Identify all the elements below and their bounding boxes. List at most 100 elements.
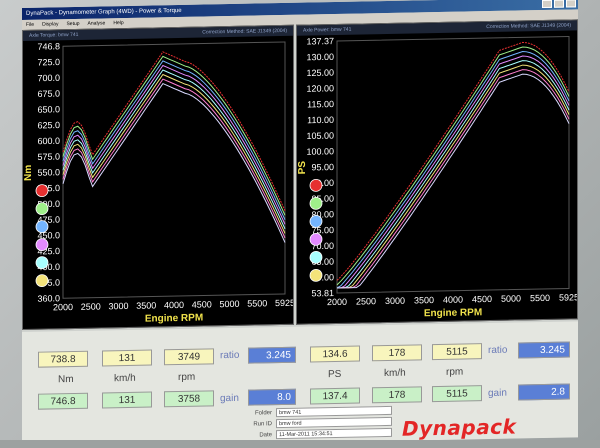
power-series-toggle-3[interactable] <box>309 214 323 228</box>
torque-x-tick: 2500 <box>81 301 101 311</box>
monitor-bezel: DynaPack - Dynamometer Graph (4WD) - Pow… <box>0 0 600 448</box>
power-y-tick: 120.00 <box>306 83 334 94</box>
power-y-tick: 105.00 <box>306 131 334 142</box>
torque-chart[interactable]: 746.8 725.0 700.0 675.0 650.0 625.0 600.0 575.0… <box>23 36 293 329</box>
power-series-toggle-4[interactable] <box>309 232 323 246</box>
right-gain-value[interactable]: 2.8 <box>518 383 570 401</box>
left-unit-rpm: rpm <box>178 371 196 384</box>
right-ratio-label: ratio <box>488 344 508 357</box>
left-gain-value[interactable]: 8.0 <box>248 388 296 406</box>
torque-y-tick: 725.0 <box>37 57 60 67</box>
power-x-tick: 2000 <box>327 297 347 307</box>
torque-series-toggle-1[interactable] <box>35 184 49 198</box>
torque-y-tick: 700.0 <box>37 73 60 83</box>
menu-help[interactable]: Help <box>113 18 123 28</box>
torque-series-toggle-3[interactable] <box>35 220 49 234</box>
menu-analyse[interactable]: Analyse <box>88 18 106 28</box>
left-unit-kmh: km/h <box>114 372 136 385</box>
torque-y-tick: 625.0 <box>37 120 60 130</box>
torque-y-tick: 575.0 <box>37 152 60 162</box>
torque-y-axis-label: Nm <box>23 165 34 181</box>
runid-label: Run ID <box>253 420 272 428</box>
application-window: DynaPack - Dynamometer Graph (4WD) - Pow… <box>22 0 578 448</box>
speed-peak-readout: 131 <box>102 391 152 409</box>
torque-x-tick: 5000 <box>219 299 239 309</box>
power-y-axis-label: PS <box>297 161 308 175</box>
torque-series-toggle-5[interactable] <box>35 256 49 270</box>
torque-x-tick: 4000 <box>164 300 184 310</box>
folder-label: Folder <box>254 409 272 417</box>
rpm-current-readout: 3749 <box>164 348 214 366</box>
torque-series-toggle-2[interactable] <box>35 202 49 216</box>
power-y-tick: 110.00 <box>307 115 334 126</box>
right-unit-ps: PS <box>328 368 342 381</box>
menu-setup[interactable]: Setup <box>66 19 79 29</box>
torque-series-toggle-4[interactable] <box>35 238 49 252</box>
power-x-tick: 4500 <box>472 294 492 304</box>
power-x-axis-label: Engine RPM <box>424 307 482 319</box>
power-series-toggle-6[interactable] <box>309 268 323 282</box>
power-speed-peak-readout: 178 <box>372 386 422 404</box>
torque-current-readout: 738.8 <box>38 350 88 368</box>
power-y-tick: 100.00 <box>306 146 334 157</box>
torque-peak-readout: 746.8 <box>38 392 88 410</box>
power-y-tick: 130.00 <box>306 52 334 63</box>
left-ratio-label: ratio <box>220 349 240 362</box>
readout-area: 738.8 131 3749 ratio 3.245 Nm km/h rpm 7… <box>22 321 578 448</box>
torque-series-line-7 <box>62 78 286 239</box>
torque-x-tick: 4500 <box>192 299 212 309</box>
torque-y-tick: 650.0 <box>37 104 60 114</box>
monitor-bottom-bezel <box>0 440 600 448</box>
power-y-tick: 137.37 <box>306 36 334 47</box>
power-series-toggle-5[interactable] <box>309 250 323 264</box>
right-ratio-value[interactable]: 3.245 <box>518 341 570 359</box>
minimize-button[interactable] <box>542 0 552 9</box>
power-plot-frame <box>336 35 570 294</box>
power-y-tick: 125.00 <box>306 68 334 79</box>
torque-y-tick: 675.0 <box>37 89 60 99</box>
rpm-peak-readout: 3758 <box>164 390 214 408</box>
maximize-button[interactable] <box>554 0 564 8</box>
torque-x-tick: 5500 <box>247 298 267 308</box>
menu-file[interactable]: File <box>26 20 34 30</box>
run-info-form: Folder bmw 741 Run ID bmw ford Date 11-M… <box>242 405 392 441</box>
speed-current-readout: 131 <box>102 349 152 367</box>
power-x-tick: 5000 <box>501 293 521 303</box>
power-x-tick: 5500 <box>530 293 550 303</box>
torque-series-line-5 <box>62 69 286 230</box>
power-series-line-4 <box>337 55 570 289</box>
power-current-readout: 134.6 <box>310 345 360 363</box>
power-x-tick: 2500 <box>356 296 376 306</box>
torque-y-tick: 600.0 <box>37 136 60 146</box>
torque-series-toggle-6[interactable] <box>35 274 49 288</box>
torque-y-tick: 746.8 <box>37 41 60 51</box>
torque-x-axis-label: Engine RPM <box>145 313 203 325</box>
torque-y-tick: 550.0 <box>37 167 60 177</box>
left-ratio-value[interactable]: 3.245 <box>248 346 296 364</box>
menu-display[interactable]: Display <box>42 19 58 29</box>
power-y-tick: 115.00 <box>307 99 334 110</box>
power-x-tick: 3500 <box>414 295 434 305</box>
left-unit-nm: Nm <box>58 374 74 386</box>
power-chart[interactable]: 137.37 130.00 125.00 120.00 115.00 110.00 105.… <box>297 30 577 323</box>
torque-series-line-8 <box>62 82 286 243</box>
power-series-toggle-1[interactable] <box>309 178 323 192</box>
left-gain-label: gain <box>220 392 239 405</box>
power-series-toggle-2[interactable] <box>309 196 323 210</box>
torque-x-tick: 5925 <box>275 298 293 308</box>
torque-x-tick: 2000 <box>53 302 73 312</box>
torque-x-tick: 3500 <box>136 300 156 310</box>
power-x-tick: 5925 <box>559 292 577 302</box>
close-button[interactable] <box>566 0 576 8</box>
right-gain-label: gain <box>488 387 507 400</box>
date-label: Date <box>259 431 272 438</box>
power-chart-panel: Axle Power: bmw 741 Correction Method: S… <box>296 19 578 325</box>
right-unit-rpm: rpm <box>446 366 464 378</box>
power-x-tick: 4000 <box>443 295 463 305</box>
power-series-line-5 <box>337 60 570 289</box>
power-speed-current-readout: 178 <box>372 344 422 362</box>
date-row: Date 11-Mar-2011 15:34:51 <box>242 427 392 441</box>
torque-x-tick: 3000 <box>108 301 128 311</box>
power-series-line-2 <box>336 46 570 286</box>
torque-chart-panel: Axle Torque: bmw 741 Correction Method: … <box>22 24 294 330</box>
